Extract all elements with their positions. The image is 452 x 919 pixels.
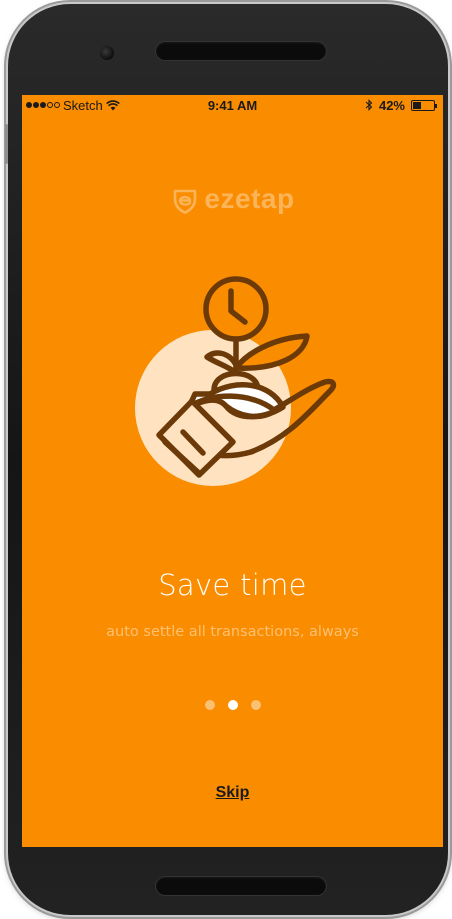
page-dot[interactable] [227,700,238,710]
signal-dot [40,102,46,108]
carrier-name: Sketch [63,97,103,113]
front-camera [100,46,114,60]
onboarding-title: Save time [158,568,307,602]
page-dot[interactable] [204,700,215,710]
ezetap-logo-icon [174,189,197,214]
bottom-speaker [156,877,326,895]
wifi-icon [105,99,120,110]
status-bar: Sketch 9:41 AM 42% [22,95,443,115]
brand-logo: ezetap [22,183,443,215]
onboarding-subtitle: auto settle all transactions, always [106,624,359,640]
signal-dot [33,102,39,108]
page-dot[interactable] [250,700,261,710]
earpiece-speaker [156,42,326,60]
onboarding-screen: Sketch 9:41 AM 42% ezetap Save time auto… [22,95,443,847]
side-button [5,124,8,164]
hand-plant-clock-icon [135,276,337,486]
battery-percentage: 42% [378,97,405,113]
battery-icon [411,99,437,111]
skip-button[interactable]: Skip [22,784,443,802]
signal-strength-icon [26,102,60,108]
signal-dot [47,102,53,108]
battery-level [413,101,422,109]
page-indicator [22,700,443,710]
signal-dot [26,102,32,108]
brand-name: ezetap [204,183,295,214]
bluetooth-icon [365,99,373,111]
signal-dot [54,102,60,108]
